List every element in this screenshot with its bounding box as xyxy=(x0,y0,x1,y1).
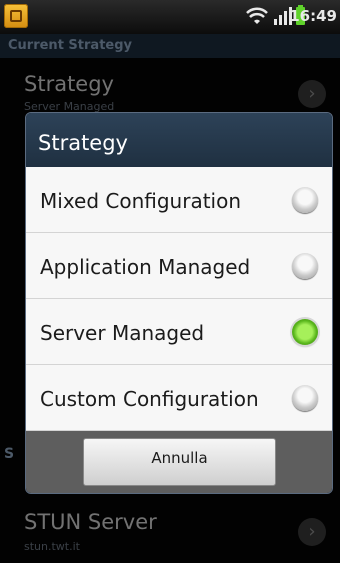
option-custom-configuration[interactable]: Custom Configuration xyxy=(26,365,332,431)
option-label: Custom Configuration xyxy=(40,387,259,411)
radio-unchecked-icon[interactable] xyxy=(292,187,318,213)
radio-unchecked-icon[interactable] xyxy=(292,253,318,279)
option-label: Server Managed xyxy=(40,321,205,345)
wifi-icon xyxy=(246,7,268,24)
app-notification-icon xyxy=(4,4,28,28)
status-bar: 16:49 xyxy=(0,0,340,34)
option-label: Application Managed xyxy=(40,255,251,279)
option-application-managed[interactable]: Application Managed xyxy=(26,233,332,299)
radio-unchecked-icon[interactable] xyxy=(292,385,318,411)
option-server-managed[interactable]: Server Managed xyxy=(26,299,332,365)
option-label: Mixed Configuration xyxy=(40,189,242,213)
dialog-title: Strategy xyxy=(26,113,332,167)
dialog-footer: Annulla xyxy=(26,431,332,493)
cancel-button[interactable]: Annulla xyxy=(83,438,276,486)
radio-checked-icon[interactable] xyxy=(292,319,318,345)
option-mixed-configuration[interactable]: Mixed Configuration xyxy=(26,167,332,233)
strategy-dialog: Strategy Mixed Configuration Application… xyxy=(25,112,333,494)
status-time: 16:49 xyxy=(289,7,337,25)
